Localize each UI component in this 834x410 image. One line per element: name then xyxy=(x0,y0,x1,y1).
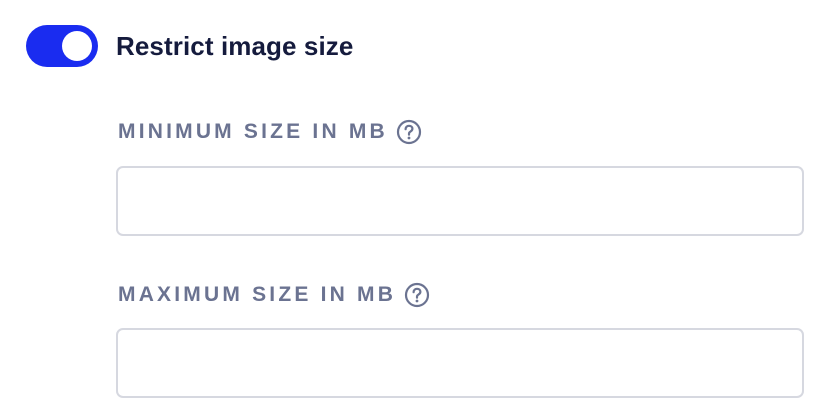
minimum-size-label: MINIMUM SIZE IN MB xyxy=(118,120,388,143)
minimum-size-label-row: MINIMUM SIZE IN MB xyxy=(118,117,422,147)
restrict-image-size-row: Restrict image size xyxy=(26,24,353,68)
maximum-size-input[interactable] xyxy=(116,328,804,398)
question-circle-icon[interactable] xyxy=(404,282,430,308)
restrict-image-size-toggle[interactable] xyxy=(26,25,98,67)
toggle-knob xyxy=(62,31,92,61)
maximum-size-label: MAXIMUM SIZE IN MB xyxy=(118,283,397,306)
minimum-size-input[interactable] xyxy=(116,166,804,236)
restrict-image-size-label: Restrict image size xyxy=(116,30,354,61)
question-circle-icon[interactable] xyxy=(396,119,422,145)
maximum-size-label-row: MAXIMUM SIZE IN MB xyxy=(118,280,430,310)
